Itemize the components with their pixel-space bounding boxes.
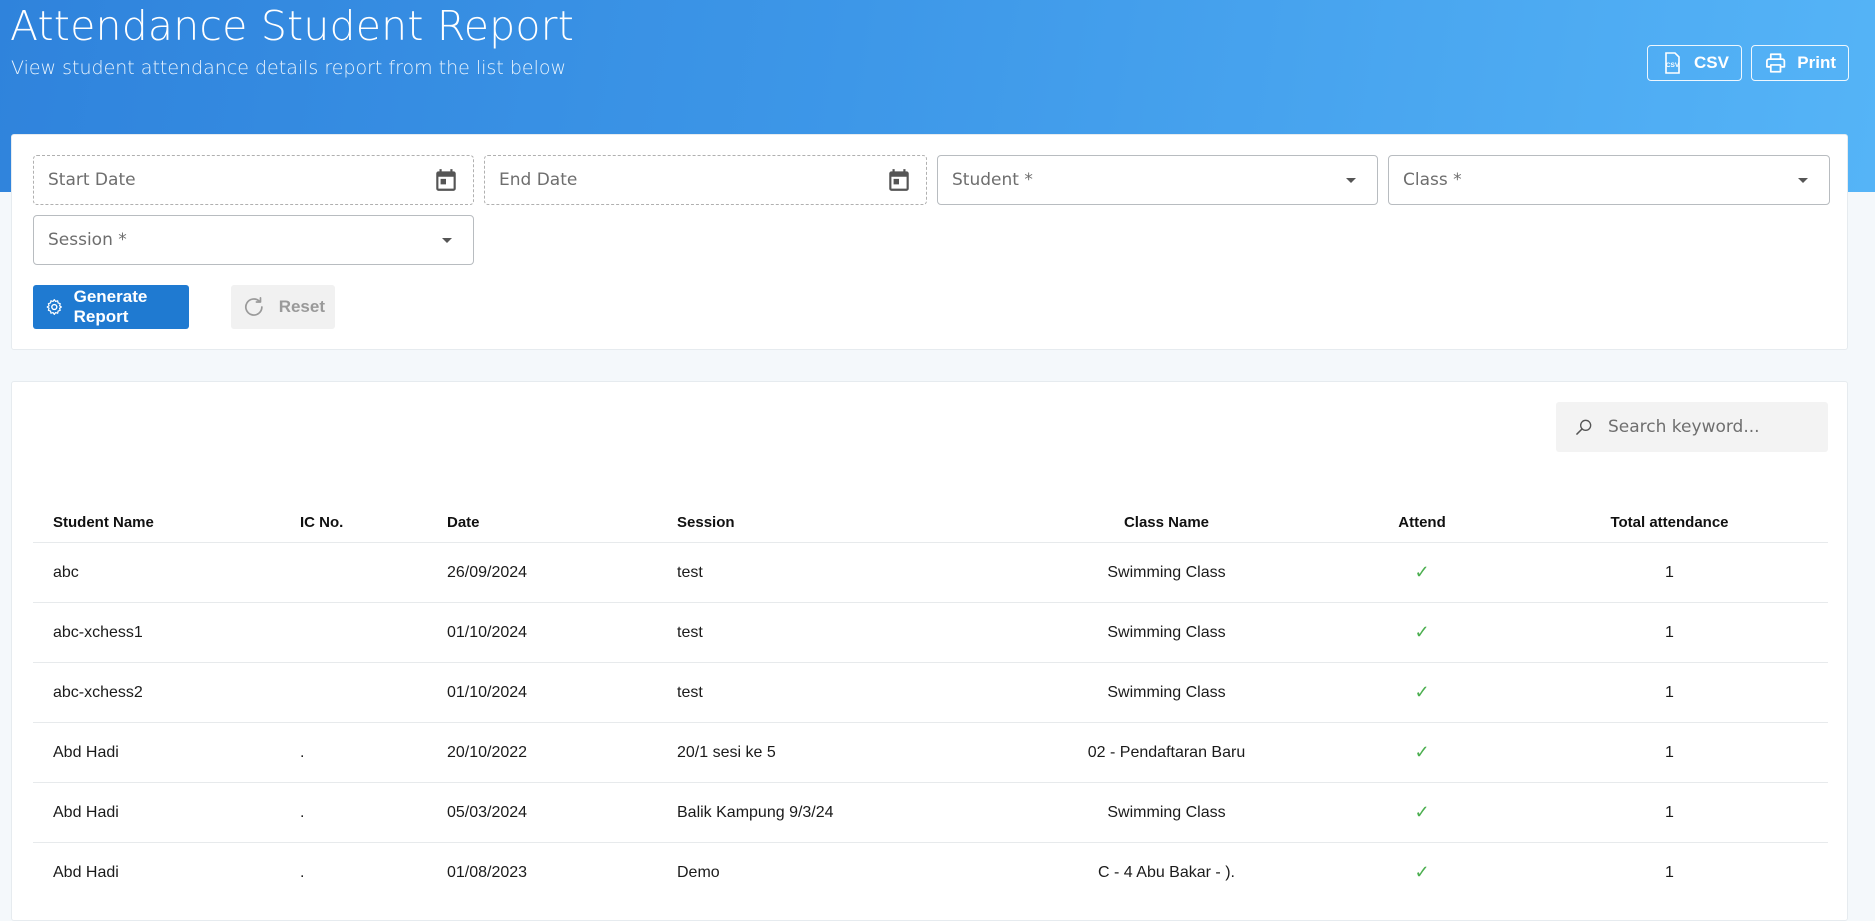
cell-ic-no bbox=[280, 542, 427, 603]
session-select-label: Session * bbox=[48, 230, 127, 250]
cell-class-name: Swimming Class bbox=[1000, 662, 1333, 723]
check-icon: ✓ bbox=[1333, 602, 1511, 663]
table-row[interactable]: abc-xchess2 01/10/2024 test Swimming Cla… bbox=[33, 662, 1828, 723]
cell-total-attendance: 1 bbox=[1511, 602, 1828, 663]
end-date-label: End Date bbox=[499, 170, 578, 190]
cell-class-name: Swimming Class bbox=[1000, 602, 1333, 663]
cell-date: 01/08/2023 bbox=[427, 842, 657, 902]
cell-date: 01/10/2024 bbox=[427, 602, 657, 663]
cell-class-name: 02 - Pendaftaran Baru bbox=[1000, 722, 1333, 783]
attendance-table: Student Name IC No. Date Session Class N… bbox=[33, 502, 1828, 902]
column-header-student-name[interactable]: Student Name bbox=[33, 502, 280, 543]
column-header-date[interactable]: Date bbox=[427, 502, 657, 543]
reset-button[interactable]: Reset bbox=[231, 285, 335, 329]
column-header-class-name[interactable]: Class Name bbox=[1000, 502, 1333, 543]
cell-class-name: Swimming Class bbox=[1000, 542, 1333, 603]
end-date-field[interactable]: End Date bbox=[484, 155, 927, 205]
table-row[interactable]: abc 26/09/2024 test Swimming Class ✓ 1 bbox=[33, 542, 1828, 603]
column-header-attend[interactable]: Attend bbox=[1333, 502, 1511, 543]
check-icon: ✓ bbox=[1333, 662, 1511, 723]
cell-session: test bbox=[657, 602, 1000, 663]
column-header-total-attendance[interactable]: Total attendance bbox=[1511, 502, 1828, 543]
page-subtitle: View student attendance details report f… bbox=[11, 57, 567, 79]
csv-button[interactable]: CSV CSV bbox=[1647, 45, 1742, 81]
refresh-icon bbox=[244, 297, 263, 316]
calendar-icon[interactable] bbox=[433, 167, 459, 193]
page-title: Attendance Student Report bbox=[10, 2, 574, 50]
generate-report-label: Generate Report bbox=[73, 287, 148, 326]
cell-student-name: Abd Hadi bbox=[33, 842, 280, 902]
table-row[interactable]: Abd Hadi . 05/03/2024 Balik Kampung 9/3/… bbox=[33, 782, 1828, 843]
cell-date: 20/10/2022 bbox=[427, 722, 657, 783]
column-header-session[interactable]: Session bbox=[657, 502, 1000, 543]
cell-date: 26/09/2024 bbox=[427, 542, 657, 603]
class-select[interactable]: Class * bbox=[1388, 155, 1830, 205]
reset-label: Reset bbox=[278, 297, 325, 316]
cell-ic-no bbox=[280, 602, 427, 663]
cell-student-name: abc-xchess1 bbox=[33, 602, 280, 663]
check-icon: ✓ bbox=[1333, 722, 1511, 783]
dropdown-arrow-icon bbox=[1346, 178, 1356, 183]
table-row[interactable]: Abd Hadi . 01/08/2023 Demo C - 4 Abu Bak… bbox=[33, 842, 1828, 902]
gear-icon bbox=[46, 299, 62, 315]
cell-session: test bbox=[657, 542, 1000, 603]
cell-ic-no: . bbox=[280, 782, 427, 843]
check-icon: ✓ bbox=[1333, 542, 1511, 603]
start-date-field[interactable]: Start Date bbox=[33, 155, 474, 205]
start-date-label: Start Date bbox=[48, 170, 136, 190]
cell-student-name: Abd Hadi bbox=[33, 782, 280, 843]
table-header-row: Student Name IC No. Date Session Class N… bbox=[33, 502, 1828, 543]
cell-total-attendance: 1 bbox=[1511, 722, 1828, 783]
check-icon: ✓ bbox=[1333, 842, 1511, 902]
cell-total-attendance: 1 bbox=[1511, 662, 1828, 723]
csv-label: CSV bbox=[1694, 53, 1729, 72]
cell-student-name: abc bbox=[33, 542, 280, 603]
cell-session: 20/1 sesi ke 5 bbox=[657, 722, 1000, 783]
print-button[interactable]: Print bbox=[1751, 45, 1849, 81]
cell-ic-no bbox=[280, 662, 427, 723]
print-label: Print bbox=[1797, 53, 1836, 72]
cell-class-name: C - 4 Abu Bakar - ). bbox=[1000, 842, 1333, 902]
cell-ic-no: . bbox=[280, 722, 427, 783]
table-row[interactable]: abc-xchess1 01/10/2024 test Swimming Cla… bbox=[33, 602, 1828, 663]
dropdown-arrow-icon bbox=[442, 238, 452, 243]
cell-session: test bbox=[657, 662, 1000, 723]
cell-student-name: abc-xchess2 bbox=[33, 662, 280, 723]
cell-student-name: Abd Hadi bbox=[33, 722, 280, 783]
column-header-ic-no[interactable]: IC No. bbox=[280, 502, 427, 543]
student-select-label: Student * bbox=[952, 170, 1033, 190]
calendar-icon[interactable] bbox=[886, 167, 912, 193]
cell-total-attendance: 1 bbox=[1511, 842, 1828, 902]
search-input[interactable] bbox=[1606, 416, 1810, 438]
csv-file-icon: CSV bbox=[1665, 52, 1680, 74]
cell-class-name: Swimming Class bbox=[1000, 782, 1333, 843]
student-select[interactable]: Student * bbox=[937, 155, 1378, 205]
table-row[interactable]: Abd Hadi . 20/10/2022 20/1 sesi ke 5 02 … bbox=[33, 722, 1828, 783]
dropdown-arrow-icon bbox=[1798, 178, 1808, 183]
svg-text:CSV: CSV bbox=[1666, 62, 1680, 69]
session-select[interactable]: Session * bbox=[33, 215, 474, 265]
cell-date: 01/10/2024 bbox=[427, 662, 657, 723]
check-icon: ✓ bbox=[1333, 782, 1511, 843]
search-icon bbox=[1576, 419, 1592, 435]
report-table-panel: Student Name IC No. Date Session Class N… bbox=[11, 381, 1848, 921]
cell-session: Demo bbox=[657, 842, 1000, 902]
cell-ic-no: . bbox=[280, 842, 427, 902]
cell-session: Balik Kampung 9/3/24 bbox=[657, 782, 1000, 843]
cell-date: 05/03/2024 bbox=[427, 782, 657, 843]
cell-total-attendance: 1 bbox=[1511, 542, 1828, 603]
generate-report-button[interactable]: Generate Report bbox=[33, 285, 189, 329]
search-box[interactable] bbox=[1556, 402, 1828, 452]
cell-total-attendance: 1 bbox=[1511, 782, 1828, 843]
printer-icon bbox=[1766, 53, 1786, 73]
filter-panel: Start Date End Date Student * Class * Se… bbox=[11, 134, 1848, 350]
class-select-label: Class * bbox=[1403, 170, 1462, 190]
